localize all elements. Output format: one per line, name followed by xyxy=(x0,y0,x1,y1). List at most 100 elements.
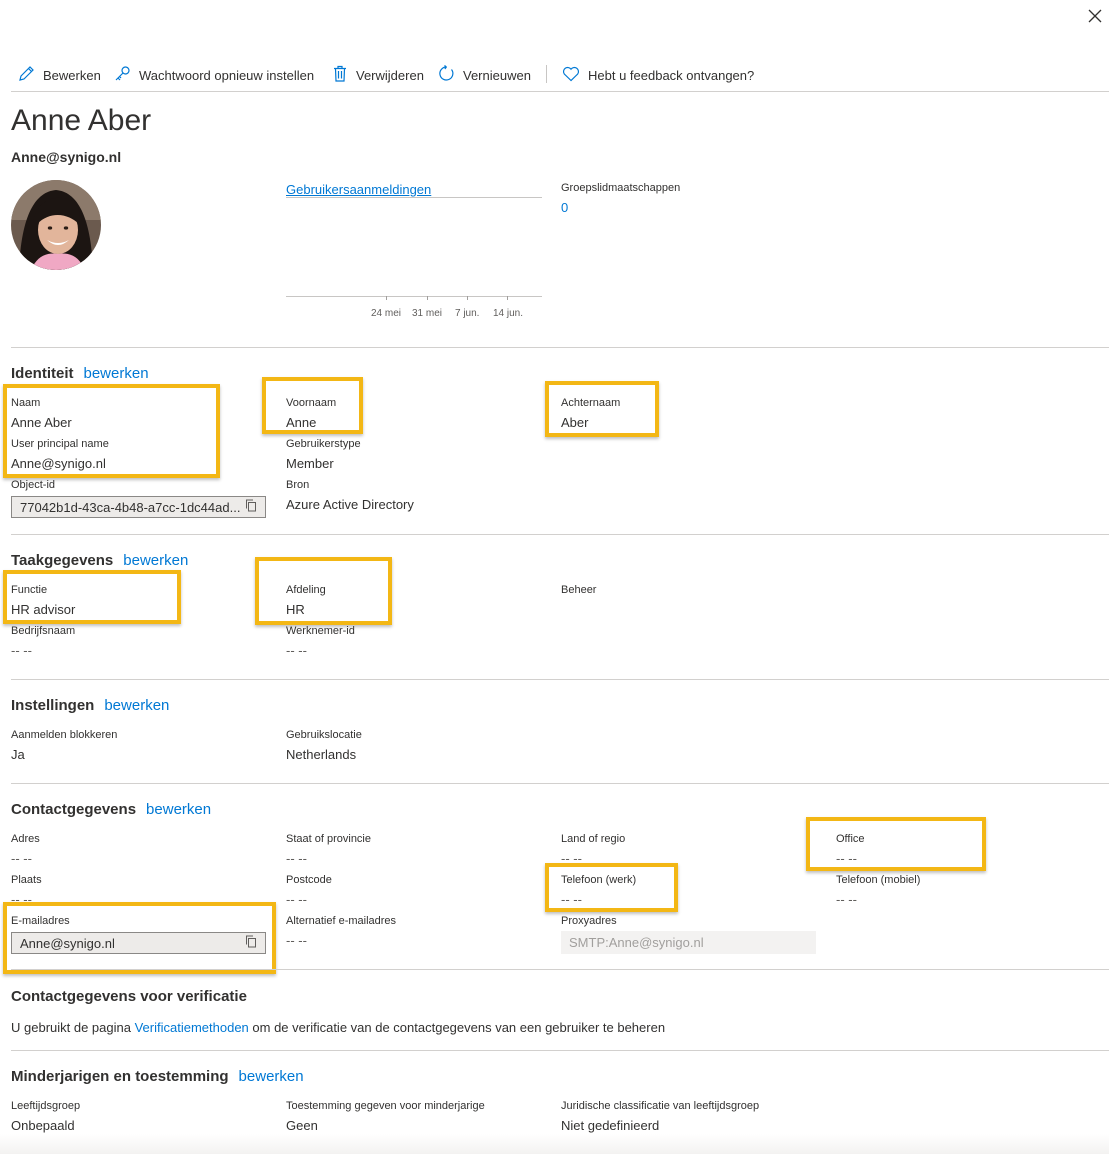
mobile-phone-label: Telefoon (mobiel) xyxy=(836,874,921,886)
state-label: Staat of provincie xyxy=(286,833,371,845)
function-value: HR advisor xyxy=(11,602,76,617)
chart-tick-label: 31 mei xyxy=(412,308,443,319)
key-icon xyxy=(114,65,131,85)
identity-edit-link[interactable]: bewerken xyxy=(84,365,149,382)
age-group-label: Leeftijdsgroep xyxy=(11,1100,81,1112)
contact-title: Contactgegevens xyxy=(11,801,137,818)
verification-text: U gebruikt de pagina Verificatiemethoden… xyxy=(11,1020,665,1035)
last-name-value: Aber xyxy=(561,415,589,430)
manager-label: Beheer xyxy=(561,584,597,596)
copy-icon[interactable] xyxy=(245,935,257,951)
identity-section-title: Identiteit bewerken xyxy=(11,365,149,382)
source-link[interactable]: Azure Active Directory xyxy=(286,497,414,512)
verification-title: Contactgegevens voor verificatie xyxy=(11,988,247,1005)
company-label: Bedrijfsnaam xyxy=(11,625,76,637)
country-label: Land of regio xyxy=(561,833,626,845)
email-field[interactable]: Anne@synigo.nl xyxy=(11,932,266,954)
chart-tick-label: 14 jun. xyxy=(493,308,524,319)
upn-label: User principal name xyxy=(11,438,109,450)
object-id-field[interactable]: 77042b1d-43ca-4b48-a7cc-1dc44ad... xyxy=(11,496,266,518)
email-label: E-mailadres xyxy=(11,915,70,927)
feedback-button[interactable]: Hebt u feedback ontvangen? xyxy=(562,63,754,87)
job-edit-link[interactable]: bewerken xyxy=(123,552,188,569)
consent-value: Geen xyxy=(286,1118,318,1133)
chart-top-line xyxy=(286,197,542,198)
delete-button[interactable]: Verwijderen xyxy=(332,63,424,87)
mobile-phone-value: -- -- xyxy=(836,892,857,907)
work-phone-value: -- -- xyxy=(561,892,582,907)
last-name-label: Achternaam xyxy=(561,397,621,409)
chart-tick-mark xyxy=(467,296,468,300)
settings-section-title: Instellingen bewerken xyxy=(11,697,169,714)
toolbar-divider xyxy=(546,65,547,83)
employee-id-label: Werknemer-id xyxy=(286,625,355,637)
address-value: -- -- xyxy=(11,851,32,866)
function-label: Functie xyxy=(11,584,48,596)
chart-tick-label: 24 mei xyxy=(371,308,402,319)
address-label: Adres xyxy=(11,833,40,845)
age-group-value: Onbepaald xyxy=(11,1118,75,1133)
postal-code-value: -- -- xyxy=(286,892,307,907)
pencil-icon xyxy=(18,65,35,85)
minors-edit-link[interactable]: bewerken xyxy=(239,1068,304,1085)
section-divider xyxy=(11,1050,1109,1051)
legal-age-value: Niet gedefinieerd xyxy=(561,1118,660,1133)
section-divider xyxy=(11,969,1109,970)
alt-email-value: -- -- xyxy=(286,933,307,948)
department-value: HR xyxy=(286,602,305,617)
identity-title: Identiteit xyxy=(11,365,74,382)
page-title: Anne Aber xyxy=(11,104,152,137)
user-upn: Anne@synigo.nl xyxy=(11,149,122,165)
object-id-value: 77042b1d-43ca-4b48-a7cc-1dc44ad... xyxy=(20,499,241,515)
consent-label: Toestemming gegeven voor minderjarige xyxy=(286,1100,485,1112)
chart-tick-mark xyxy=(386,296,387,300)
office-label: Office xyxy=(836,833,865,845)
contact-edit-link[interactable]: bewerken xyxy=(146,801,211,818)
proxy-address-field[interactable]: SMTP:Anne@synigo.nl xyxy=(561,931,816,954)
refresh-label: Vernieuwen xyxy=(463,67,531,83)
verification-text-before: U gebruikt de pagina xyxy=(11,1020,135,1035)
upn-value: Anne@synigo.nl xyxy=(11,456,106,471)
first-name-value: Anne xyxy=(286,415,317,430)
job-section-title: Taakgegevens bewerken xyxy=(11,552,188,569)
groups-count-link[interactable]: 0 xyxy=(561,200,568,215)
close-icon[interactable] xyxy=(1085,6,1105,26)
source-label: Bron xyxy=(286,479,310,491)
postal-code-label: Postcode xyxy=(286,874,332,886)
object-id-label: Object-id xyxy=(11,479,56,491)
heart-icon xyxy=(562,66,580,85)
work-phone-label: Telefoon (werk) xyxy=(561,874,637,886)
edit-button[interactable]: Bewerken xyxy=(18,63,101,87)
edit-label: Bewerken xyxy=(43,67,101,83)
bottom-edge xyxy=(0,1134,1109,1154)
chart-tick-label: 7 jun. xyxy=(455,308,480,319)
chart-tick-mark xyxy=(507,296,508,300)
signins-link[interactable]: Gebruikersaanmeldingen xyxy=(286,182,431,197)
toolbar-divider-line xyxy=(11,91,1109,92)
feedback-label: Hebt u feedback ontvangen? xyxy=(588,67,755,83)
proxy-address-label: Proxyadres xyxy=(561,915,617,927)
usage-location-value: Netherlands xyxy=(286,747,357,762)
department-label: Afdeling xyxy=(286,584,326,596)
minors-title: Minderjarigen en toestemming xyxy=(11,1068,229,1085)
state-value: -- -- xyxy=(286,851,307,866)
verification-text-after: om de verificatie van de contactgegevens… xyxy=(248,1020,666,1035)
section-divider xyxy=(11,534,1109,535)
copy-icon[interactable] xyxy=(245,499,257,515)
contact-section-title: Contactgegevens bewerken xyxy=(11,801,211,818)
user-type-label: Gebruikerstype xyxy=(286,438,361,450)
settings-title: Instellingen xyxy=(11,697,95,714)
section-divider xyxy=(11,783,1109,784)
highlight-box xyxy=(806,817,986,871)
block-signin-value: Ja xyxy=(11,747,25,762)
refresh-button[interactable]: Vernieuwen xyxy=(438,63,531,87)
verification-methods-link[interactable]: Verificatiemethoden xyxy=(135,1020,249,1035)
refresh-icon xyxy=(438,65,455,85)
chart-axis-line xyxy=(286,296,542,297)
section-divider xyxy=(11,347,1109,348)
section-divider xyxy=(11,679,1109,680)
employee-id-value: -- -- xyxy=(286,643,307,658)
settings-edit-link[interactable]: bewerken xyxy=(104,697,169,714)
reset-password-button[interactable]: Wachtwoord opnieuw instellen xyxy=(114,63,314,87)
user-type-value: Member xyxy=(286,456,334,471)
